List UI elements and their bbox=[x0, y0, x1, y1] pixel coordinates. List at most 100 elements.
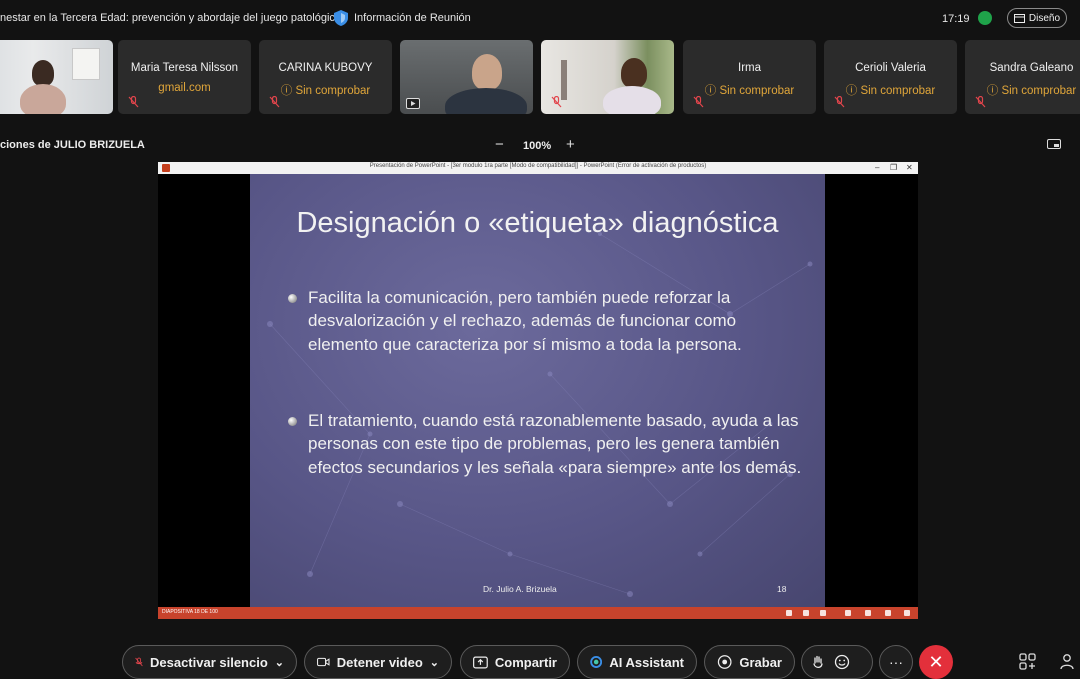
participant-name: Irma bbox=[738, 62, 761, 74]
minimize-icon[interactable]: – bbox=[875, 163, 879, 172]
zoom-in-button[interactable]: + bbox=[566, 136, 575, 153]
unverified-icon: ⓘ bbox=[280, 85, 296, 97]
meeting-title: nestar en la Tercera Edad: prevención y … bbox=[0, 12, 345, 24]
slide-bullet: El tratamiento, cuando está razonablemen… bbox=[288, 409, 808, 479]
wall-board bbox=[72, 48, 100, 80]
meeting-info-label: Información de Reunión bbox=[354, 12, 471, 24]
slideshow-icon[interactable] bbox=[885, 610, 891, 616]
apps-icon[interactable] bbox=[1019, 653, 1037, 671]
top-bar: nestar en la Tercera Edad: prevención y … bbox=[0, 0, 1080, 38]
meeting-info-button[interactable]: Información de Reunión bbox=[334, 10, 471, 26]
share-screen-icon bbox=[473, 656, 488, 668]
mic-muted-icon bbox=[693, 96, 704, 108]
ppt-titlebar: Presentación de PowerPoint - [3er modulo… bbox=[158, 162, 918, 174]
chevron-down-icon[interactable]: ⌄ bbox=[430, 656, 439, 669]
unmute-button[interactable]: Desactivar silencio ⌄ bbox=[122, 645, 297, 679]
shared-screen[interactable]: Presentación de PowerPoint - [3er modulo… bbox=[158, 162, 918, 619]
chevron-down-icon[interactable]: ⌄ bbox=[275, 656, 284, 669]
participant-body bbox=[445, 88, 527, 114]
slide-number: 18 bbox=[777, 584, 787, 594]
end-call-button[interactable]: ✕ bbox=[919, 645, 953, 679]
record-button[interactable]: Grabar bbox=[704, 645, 795, 679]
ai-assistant-label: AI Assistant bbox=[609, 654, 684, 670]
participant-tile[interactable]: CARINA KUBOVY ⓘ Sin comprobar bbox=[259, 40, 392, 114]
ppt-statusbar: DIAPOSITIVA 18 DE 100 bbox=[158, 607, 918, 619]
ai-assistant-button[interactable]: AI Assistant bbox=[577, 645, 697, 679]
participant-status-text: Sin comprobar bbox=[719, 85, 795, 97]
record-icon bbox=[717, 655, 732, 669]
layout-icon bbox=[1013, 13, 1025, 23]
share-label: Compartir bbox=[494, 654, 557, 670]
unverified-icon: ⓘ bbox=[986, 85, 1002, 97]
record-label: Grabar bbox=[739, 654, 782, 670]
slide: Designación o «etiqueta» diagnóstica Fac… bbox=[250, 174, 825, 607]
share-button[interactable]: Compartir bbox=[460, 645, 570, 679]
zoom-level: 100% bbox=[523, 140, 552, 152]
shelf bbox=[561, 60, 567, 100]
share-owner-label: ciones de JULIO BRIZUELA bbox=[0, 139, 145, 151]
slide-bullet-text: El tratamiento, cuando está razonablemen… bbox=[308, 411, 802, 477]
ppt-status-text: DIAPOSITIVA 18 DE 100 bbox=[162, 609, 218, 615]
participant-video-tile[interactable] bbox=[400, 40, 533, 114]
participant-head bbox=[621, 58, 647, 88]
layout-label: Diseño bbox=[1028, 12, 1061, 24]
bullet-icon bbox=[288, 294, 297, 303]
notes-icon[interactable] bbox=[786, 610, 792, 616]
mic-muted-icon bbox=[269, 96, 280, 108]
layout-button[interactable]: Diseño bbox=[1007, 8, 1067, 28]
unverified-icon: ⓘ bbox=[845, 85, 861, 97]
unmute-label: Desactivar silencio bbox=[149, 654, 268, 670]
stop-video-label: Detener video bbox=[336, 654, 423, 670]
participant-tile[interactable]: Irma ⓘ Sin comprobar bbox=[683, 40, 816, 114]
connection-status-icon[interactable] bbox=[978, 11, 992, 25]
mic-muted-icon bbox=[551, 96, 562, 108]
reactions-group[interactable] bbox=[801, 645, 873, 679]
zoom-out-button[interactable]: − bbox=[495, 136, 504, 153]
slide-bullet: Facilita la comunicación, pero también p… bbox=[288, 286, 808, 356]
stop-video-button[interactable]: Detener video ⌄ bbox=[304, 645, 452, 679]
participant-tile[interactable]: Cerioli Valeria ⓘ Sin comprobar bbox=[824, 40, 957, 114]
participant-tile[interactable]: Sandra Galeano ⓘ Sin comprobar bbox=[965, 40, 1080, 114]
slide-bullet-text: Facilita la comunicación, pero también p… bbox=[308, 288, 742, 354]
participant-status: gmail.com bbox=[158, 82, 211, 94]
participant-video-tile[interactable] bbox=[0, 40, 113, 114]
close-icon[interactable]: ✕ bbox=[906, 163, 913, 172]
mic-muted-icon bbox=[128, 96, 139, 108]
participant-head bbox=[472, 54, 502, 90]
participant-status-text: Sin comprobar bbox=[295, 85, 371, 97]
slide-footer: Dr. Julio A. Brizuela bbox=[483, 584, 557, 594]
shield-icon bbox=[334, 10, 348, 26]
participant-video-tile[interactable] bbox=[541, 40, 674, 114]
restore-icon[interactable]: ❐ bbox=[890, 163, 897, 172]
bullet-icon bbox=[288, 417, 297, 426]
fit-icon[interactable] bbox=[904, 610, 910, 616]
video-camera-icon bbox=[317, 657, 330, 667]
mic-muted-icon bbox=[975, 96, 986, 108]
normal-view-icon[interactable] bbox=[820, 610, 826, 616]
participant-name: Cerioli Valeria bbox=[855, 62, 926, 74]
ppt-window-title: Presentación de PowerPoint - [3er modulo… bbox=[369, 163, 707, 169]
slide-title: Designación o «etiqueta» diagnóstica bbox=[296, 207, 779, 239]
participant-name: Maria Teresa Nilsson bbox=[130, 62, 239, 74]
more-options-button[interactable]: ··· bbox=[879, 645, 913, 679]
mic-muted-icon bbox=[135, 657, 143, 667]
participant-name: CARINA KUBOVY bbox=[278, 62, 373, 74]
raise-hand-icon[interactable] bbox=[812, 654, 824, 670]
participants-icon[interactable] bbox=[1059, 653, 1077, 671]
participant-body bbox=[20, 84, 66, 114]
emoji-icon[interactable] bbox=[834, 654, 850, 670]
comments-icon[interactable] bbox=[803, 610, 809, 616]
screen-share-icon bbox=[406, 98, 420, 109]
participant-status-text: Sin comprobar bbox=[860, 85, 936, 97]
participant-name: Sandra Galeano bbox=[989, 62, 1074, 74]
popout-icon[interactable] bbox=[1047, 139, 1061, 151]
participant-head bbox=[32, 60, 54, 86]
ai-assistant-icon bbox=[590, 656, 603, 668]
participant-tile[interactable]: Maria Teresa Nilsson gmail.com bbox=[118, 40, 251, 114]
meeting-clock: 17:19 bbox=[942, 13, 970, 25]
slide-sorter-icon[interactable] bbox=[845, 610, 851, 616]
reading-view-icon[interactable] bbox=[865, 610, 871, 616]
participant-status-text: Sin comprobar bbox=[1001, 85, 1077, 97]
participant-body bbox=[603, 86, 661, 114]
unverified-icon: ⓘ bbox=[704, 85, 720, 97]
